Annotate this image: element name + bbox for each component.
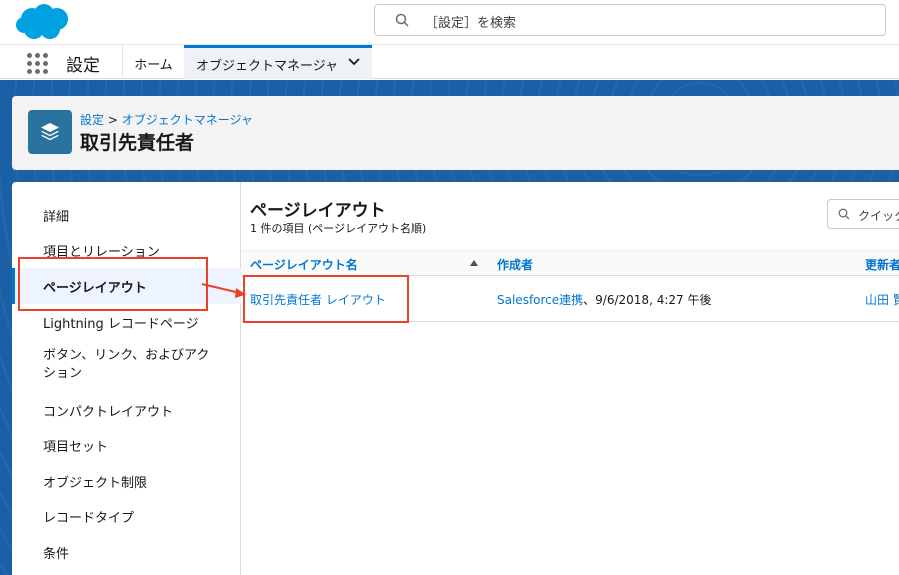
tab-object-manager-label: オブジェクトマネージャ [196, 59, 339, 74]
search-placeholder: ［設定］を検索 [425, 16, 517, 31]
search-icon [395, 13, 409, 27]
page-title: 取引先責任者 [80, 132, 195, 154]
layers-icon [41, 123, 59, 141]
app-nav-bar: 設定 ホーム オブジェクトマネージャ [0, 44, 899, 79]
sidebar-item-conditions[interactable]: 条件 [12, 543, 241, 562]
section-title: ページレイアウト [250, 201, 386, 221]
main-panel: 詳細 項目とリレーション ページレイアウト Lightning レコードページ … [12, 182, 899, 575]
tab-object-manager[interactable]: オブジェクトマネージャ [184, 45, 372, 79]
search-icon [838, 208, 850, 220]
sidebar-item-lightning-record-pages[interactable]: Lightning レコードページ [12, 313, 241, 332]
modified-by-cell: 山田 賢 [865, 291, 899, 308]
quick-find-input[interactable]: クイック [827, 199, 899, 229]
sidebar-item-record-types[interactable]: レコードタイプ [12, 507, 241, 526]
page-layouts-content: ページレイアウト 1 件の項目 (ページレイアウト名順) クイック ページレイア… [241, 182, 899, 575]
highlight-box-sidebar [18, 257, 208, 311]
column-header-layout-name[interactable]: ページレイアウト名 [250, 256, 358, 273]
object-icon [28, 110, 72, 154]
created-by-date: 、9/6/2018, 4:27 午後 [583, 293, 712, 307]
page-header: 設定 > オブジェクトマネージャ 取引先責任者 [12, 96, 899, 170]
sidebar-item-field-sets[interactable]: 項目セット [12, 436, 241, 455]
highlight-box-layout-link [243, 275, 409, 323]
modified-by-user-link[interactable]: 山田 賢 [865, 293, 899, 307]
breadcrumb-setup-link[interactable]: 設定 [80, 113, 104, 127]
app-launcher-icon[interactable] [27, 53, 49, 75]
tab-home[interactable]: ホーム [122, 45, 184, 79]
object-sidebar: 詳細 項目とリレーション ページレイアウト Lightning レコードページ … [12, 182, 241, 575]
sidebar-item-details[interactable]: 詳細 [12, 206, 241, 225]
salesforce-logo-icon[interactable] [14, 2, 72, 42]
item-count: 1 件の項目 (ページレイアウト名順) [250, 222, 427, 235]
chevron-down-icon[interactable] [348, 58, 360, 66]
table-header: ページレイアウト名 作成者 更新者 [241, 250, 899, 276]
created-by-cell: Salesforce連携、9/6/2018, 4:27 午後 [497, 291, 711, 308]
sidebar-item-buttons-links-actions[interactable]: ボタン、リンク、およびアクション [12, 347, 212, 383]
global-search-input[interactable]: ［設定］を検索 [374, 4, 886, 36]
created-by-user-link[interactable]: Salesforce連携 [497, 293, 583, 307]
breadcrumb-object-manager-link[interactable]: オブジェクトマネージャ [122, 113, 253, 127]
app-name: 設定 [66, 56, 100, 76]
annotation-arrow-icon [201, 283, 246, 298]
quick-find-placeholder: クイック [858, 209, 899, 223]
breadcrumb: 設定 > オブジェクトマネージャ [80, 111, 253, 128]
sort-ascending-icon[interactable] [470, 260, 478, 266]
sidebar-item-compact-layouts[interactable]: コンパクトレイアウト [12, 401, 241, 420]
column-header-created-by[interactable]: 作成者 [497, 256, 533, 273]
sidebar-item-object-limits[interactable]: オブジェクト制限 [12, 472, 241, 491]
global-header: ［設定］を検索 [0, 0, 899, 44]
column-header-modified-by[interactable]: 更新者 [865, 256, 899, 273]
breadcrumb-separator: > [104, 113, 122, 127]
